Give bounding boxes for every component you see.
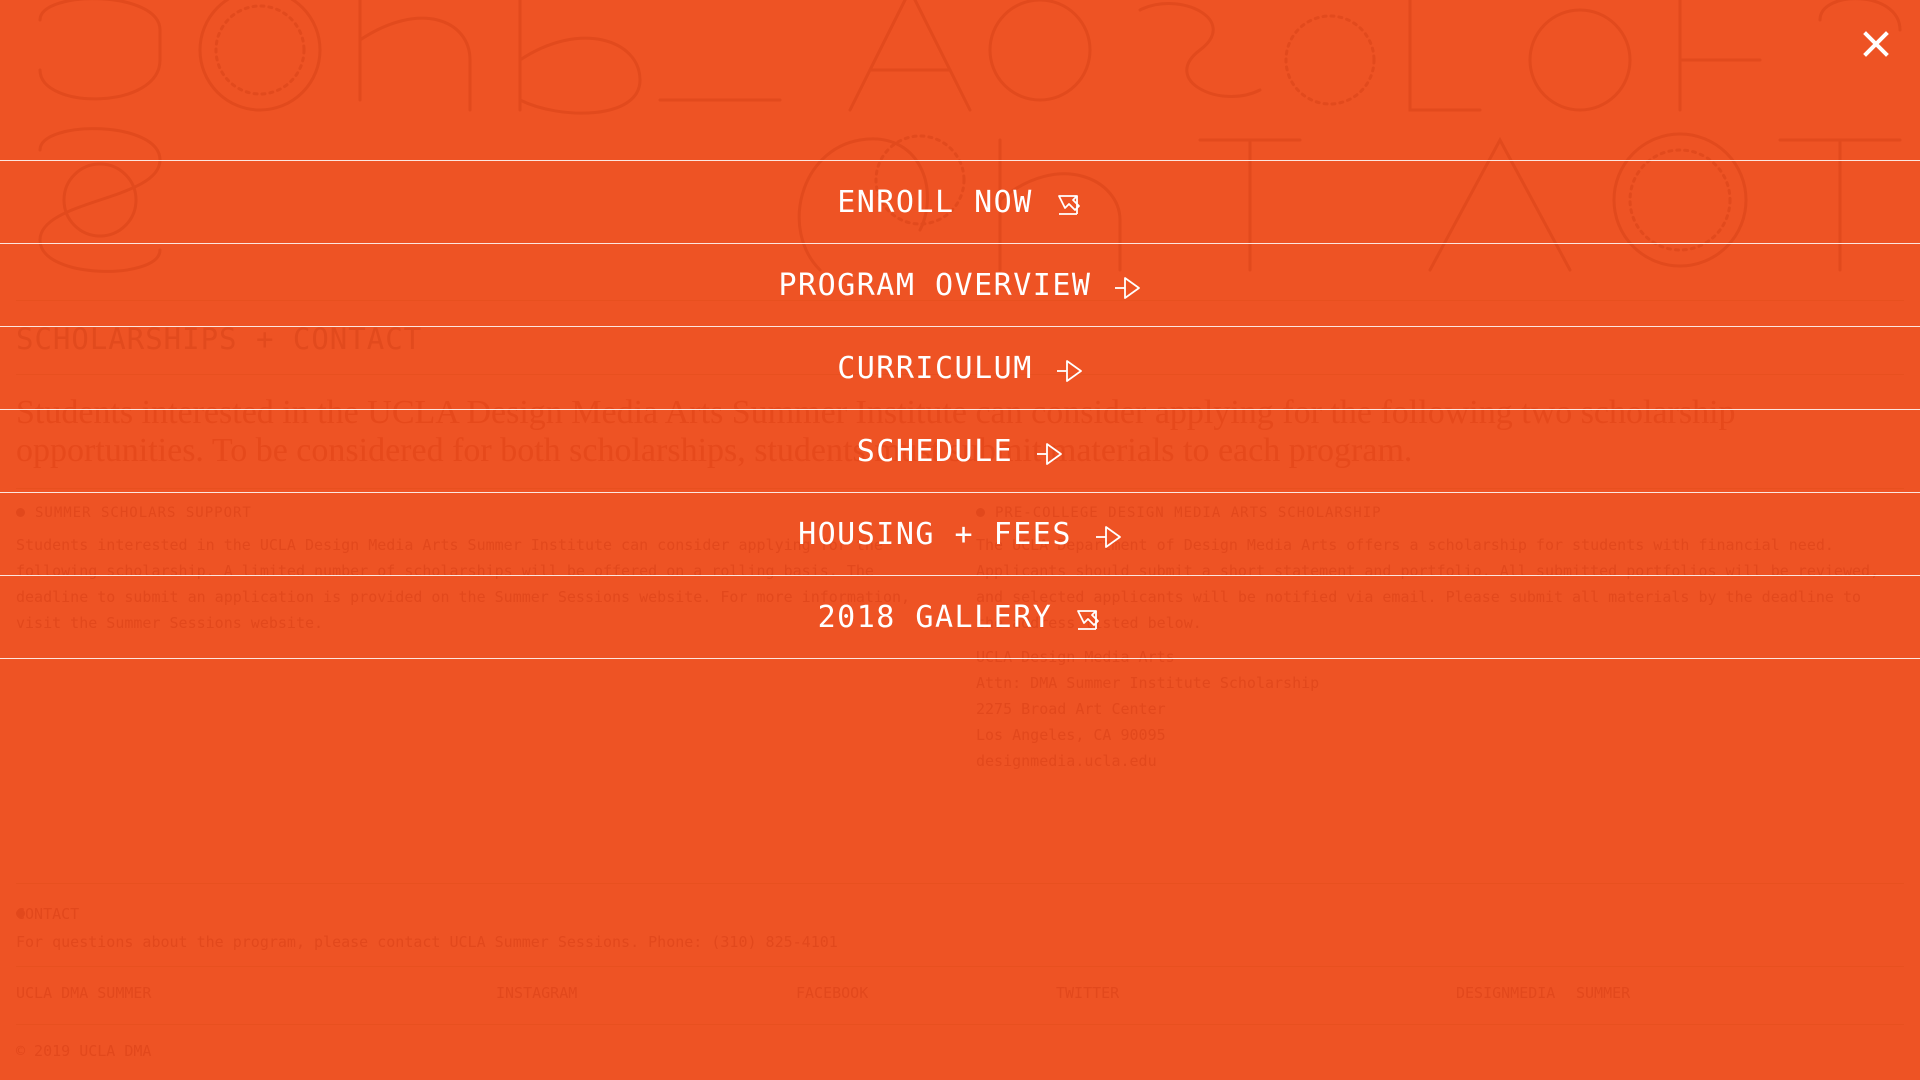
- divider: [16, 883, 1904, 884]
- arrow-right-icon: [1113, 274, 1141, 302]
- menu-item-curriculum[interactable]: CURRICULUM: [0, 326, 1920, 409]
- menu-item-schedule[interactable]: SCHEDULE: [0, 409, 1920, 492]
- address-list: UCLA Design Media Arts Attn: DMA Summer …: [976, 644, 1896, 774]
- arrow-right-icon: [1055, 357, 1083, 385]
- menu-item-label: SCHEDULE: [856, 433, 1014, 469]
- menu-item-housing-fees[interactable]: HOUSING + FEES: [0, 492, 1920, 575]
- menu-overlay: SCHOLARSHIPS + CONTACT Students interest…: [0, 0, 1920, 1080]
- list-item: 2275 Broad Art Center: [976, 700, 1166, 718]
- arrow-right-icon: [1035, 440, 1063, 468]
- footer-link[interactable]: INSTAGRAM: [496, 984, 577, 1002]
- bullet-icon: [16, 909, 25, 918]
- copyright: © 2019 UCLA DMA: [16, 1042, 152, 1060]
- external-link-arrow-icon: [1074, 606, 1102, 634]
- divider: [16, 966, 1904, 967]
- footer-link[interactable]: SUMMER: [1576, 984, 1630, 1002]
- list-item: Los Angeles, CA 90095: [976, 726, 1166, 744]
- close-icon: [1863, 31, 1889, 57]
- arrow-right-icon: [1094, 523, 1122, 551]
- menu-item-label: HOUSING + FEES: [798, 516, 1072, 552]
- footer-link[interactable]: DESIGNMEDIA: [1456, 984, 1555, 1002]
- menu-item-label: 2018 GALLERY: [817, 599, 1053, 635]
- menu-item-program-overview[interactable]: PROGRAM OVERVIEW: [0, 243, 1920, 326]
- list-item: Attn: DMA Summer Institute Scholarship: [976, 674, 1320, 692]
- main-nav-menu: ENROLL NOW PROGRAM OVERVIEW CURRICULUM S…: [0, 160, 1920, 659]
- contact-block: CONTACT For questions about the program,…: [16, 900, 1896, 956]
- menu-item-label: CURRICULUM: [837, 350, 1033, 386]
- footer-link[interactable]: TWITTER: [1056, 984, 1119, 1002]
- close-button[interactable]: [1854, 22, 1898, 66]
- list-item: designmedia.ucla.edu: [976, 752, 1157, 770]
- menu-item-label: ENROLL NOW: [837, 184, 1033, 220]
- footer-link[interactable]: UCLA DMA SUMMER: [16, 984, 151, 1002]
- divider: [16, 1024, 1904, 1025]
- menu-item-label: PROGRAM OVERVIEW: [778, 267, 1092, 303]
- contact-text: For questions about the program, please …: [16, 933, 838, 951]
- menu-item-2018-gallery[interactable]: 2018 GALLERY: [0, 575, 1920, 659]
- contact-heading: CONTACT: [16, 905, 80, 923]
- external-link-arrow-icon: [1055, 191, 1083, 219]
- footer-link[interactable]: FACEBOOK: [796, 984, 868, 1002]
- menu-item-enroll-now[interactable]: ENROLL NOW: [0, 160, 1920, 243]
